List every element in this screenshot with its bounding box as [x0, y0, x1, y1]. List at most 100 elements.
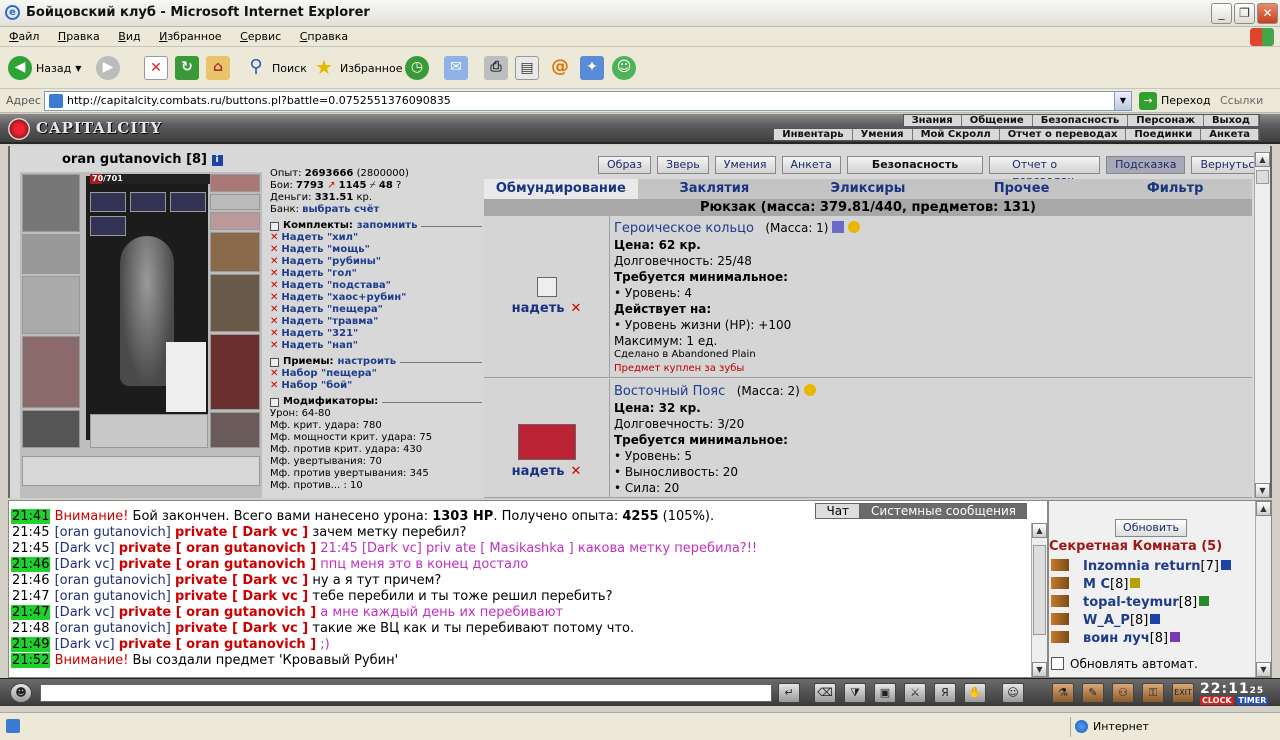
- scroll-up-icon[interactable]: ▲: [1255, 152, 1270, 167]
- tab-filter[interactable]: Фильтр: [1098, 179, 1252, 199]
- info-icon[interactable]: [1220, 560, 1231, 570]
- delete-icon[interactable]: ✕: [270, 328, 278, 339]
- shield-slot[interactable]: [210, 274, 260, 332]
- scroll-slot-3[interactable]: [170, 192, 206, 212]
- timestamp[interactable]: 21:49: [11, 637, 51, 652]
- links-label[interactable]: Ссылки: [1220, 94, 1263, 107]
- delete-icon[interactable]: ✕: [270, 280, 278, 291]
- mail-button[interactable]: ✉: [444, 55, 468, 81]
- contacts-button[interactable]: ☺: [612, 55, 636, 81]
- sender-name[interactable]: [oran gutanovich]: [55, 525, 171, 540]
- private-target[interactable]: private [ oran gutanovich ]: [119, 541, 316, 556]
- collapse-icon[interactable]: [270, 221, 279, 231]
- item-name[interactable]: Героическое кольцо: [614, 221, 754, 236]
- small-slots[interactable]: [90, 414, 208, 448]
- clear-icon[interactable]: ⌫: [814, 683, 836, 703]
- scroll-up-icon[interactable]: ▲: [1256, 501, 1271, 516]
- technique-link[interactable]: Набор "пещера": [281, 368, 376, 379]
- scroll-up-icon[interactable]: ▲: [1032, 523, 1047, 538]
- timestamp[interactable]: 21:48: [11, 621, 51, 636]
- delete-icon[interactable]: ✕: [270, 232, 278, 243]
- close-button[interactable]: ✕: [1257, 3, 1278, 24]
- url-input[interactable]: http://capitalcity.combats.ru/buttons.pl…: [44, 91, 1132, 111]
- sender-name[interactable]: [oran gutanovich]: [55, 573, 171, 588]
- history-button[interactable]: ◷: [405, 55, 429, 81]
- messenger-button[interactable]: ✦: [580, 55, 604, 81]
- private-target[interactable]: private [ oran gutanovich ]: [119, 605, 316, 620]
- delete-icon[interactable]: ✕: [270, 292, 278, 303]
- tab-elixirs[interactable]: Эликсиры: [791, 179, 945, 199]
- room-user[interactable]: Inzomnia return[7]: [1051, 559, 1231, 575]
- player-name[interactable]: oran gutanovich [8] i: [62, 152, 223, 167]
- user-name[interactable]: M C: [1083, 577, 1110, 592]
- bank-select-link[interactable]: выбрать счёт: [302, 204, 379, 215]
- user-name[interactable]: W_A_P: [1083, 613, 1130, 628]
- fighter-icon[interactable]: ⚔: [904, 683, 926, 703]
- sender-name[interactable]: [Dark vc]: [55, 605, 115, 620]
- rings-slot[interactable]: [210, 212, 260, 230]
- room-user[interactable]: W_A_P[8]: [1051, 613, 1161, 629]
- configure-link[interactable]: настроить: [338, 356, 397, 368]
- remember-link[interactable]: запомнить: [357, 220, 418, 232]
- private-target[interactable]: private [ Dark vc ]: [175, 589, 308, 604]
- private-target[interactable]: private [ Dark vc ]: [175, 525, 308, 540]
- nav-security[interactable]: Безопасность: [1033, 115, 1129, 126]
- refresh-button[interactable]: Обновить: [1115, 519, 1187, 537]
- edit-button[interactable]: ▤: [515, 55, 539, 81]
- sender-name[interactable]: [Dark vc]: [55, 557, 115, 572]
- stop-button[interactable]: ✕: [144, 55, 168, 81]
- set-wear-link[interactable]: Надеть "подстава": [281, 280, 390, 291]
- menu-help[interactable]: Справка: [300, 27, 348, 46]
- tab-equipment[interactable]: Обмундирование: [484, 179, 638, 199]
- nav-my-scroll[interactable]: Мой Скролл: [913, 129, 1000, 140]
- delete-icon[interactable]: ✕: [270, 368, 278, 379]
- skills-button[interactable]: Умения: [714, 156, 776, 174]
- delete-icon[interactable]: ✕: [270, 268, 278, 279]
- chat-private-icon[interactable]: [1051, 595, 1069, 607]
- scroll-slot-1[interactable]: [90, 192, 126, 212]
- private-target[interactable]: private [ Dark vc ]: [175, 573, 308, 588]
- belt-pocket-slots[interactable]: [22, 456, 260, 486]
- room-user[interactable]: topal-teymur[8]: [1051, 595, 1210, 611]
- room-user[interactable]: M C[8]: [1051, 577, 1141, 593]
- timestamp[interactable]: 21:47: [11, 605, 51, 620]
- timestamp[interactable]: 21:46: [11, 557, 51, 572]
- belt-slot[interactable]: [22, 410, 80, 448]
- timestamp[interactable]: 21:52: [11, 653, 51, 668]
- nav-transfer-report[interactable]: Отчет о переводах: [1000, 129, 1127, 140]
- set-wear-link[interactable]: Надеть "гол": [281, 268, 356, 279]
- info-icon[interactable]: [1199, 596, 1210, 606]
- info-icon[interactable]: i: [211, 155, 223, 166]
- collapse-icon[interactable]: [270, 357, 279, 367]
- pet-button[interactable]: Зверь: [657, 156, 709, 174]
- chat-private-icon[interactable]: [1051, 559, 1069, 571]
- user-name[interactable]: воин луч: [1083, 631, 1150, 646]
- inventory-scrollbar[interactable]: ▲ ▼: [1254, 152, 1270, 498]
- delete-icon[interactable]: ✕: [270, 244, 278, 255]
- room-scrollbar[interactable]: ▲ ▼: [1255, 501, 1271, 677]
- earrings-slot[interactable]: [210, 174, 260, 192]
- item-name[interactable]: Восточный Пояс: [614, 384, 725, 399]
- private-target[interactable]: private [ Dark vc ]: [175, 621, 308, 636]
- at-button[interactable]: @: [548, 55, 572, 81]
- set-wear-link[interactable]: Надеть "пещера": [281, 304, 382, 315]
- set-wear-link[interactable]: Надеть "хаос+рубин": [281, 292, 406, 303]
- user-name[interactable]: Inzomnia return: [1083, 559, 1201, 574]
- menu-favorites[interactable]: Избранное: [159, 27, 221, 46]
- tab-chat[interactable]: Чат: [815, 503, 861, 519]
- nav-communication[interactable]: Общение: [962, 115, 1033, 126]
- info-icon[interactable]: [1170, 632, 1181, 642]
- helmet-slot[interactable]: [22, 174, 80, 232]
- timestamp[interactable]: 21:47: [11, 589, 51, 604]
- nav-exit[interactable]: Выход: [1204, 115, 1259, 126]
- nav-skills[interactable]: Умения: [853, 129, 913, 140]
- back-button[interactable]: ◀ Назад ▼: [8, 55, 81, 81]
- menu-edit[interactable]: Правка: [58, 27, 100, 46]
- set-wear-link[interactable]: Надеть "хил": [281, 232, 358, 243]
- scroll-icon[interactable]: ✎: [1082, 683, 1104, 703]
- sender-name[interactable]: [oran gutanovich]: [55, 621, 171, 636]
- room-user[interactable]: воин луч[8]: [1051, 631, 1181, 647]
- weapon-slot[interactable]: [22, 276, 80, 334]
- go-button[interactable]: Переход: [1161, 94, 1211, 107]
- timestamp[interactable]: 21:45: [11, 525, 51, 540]
